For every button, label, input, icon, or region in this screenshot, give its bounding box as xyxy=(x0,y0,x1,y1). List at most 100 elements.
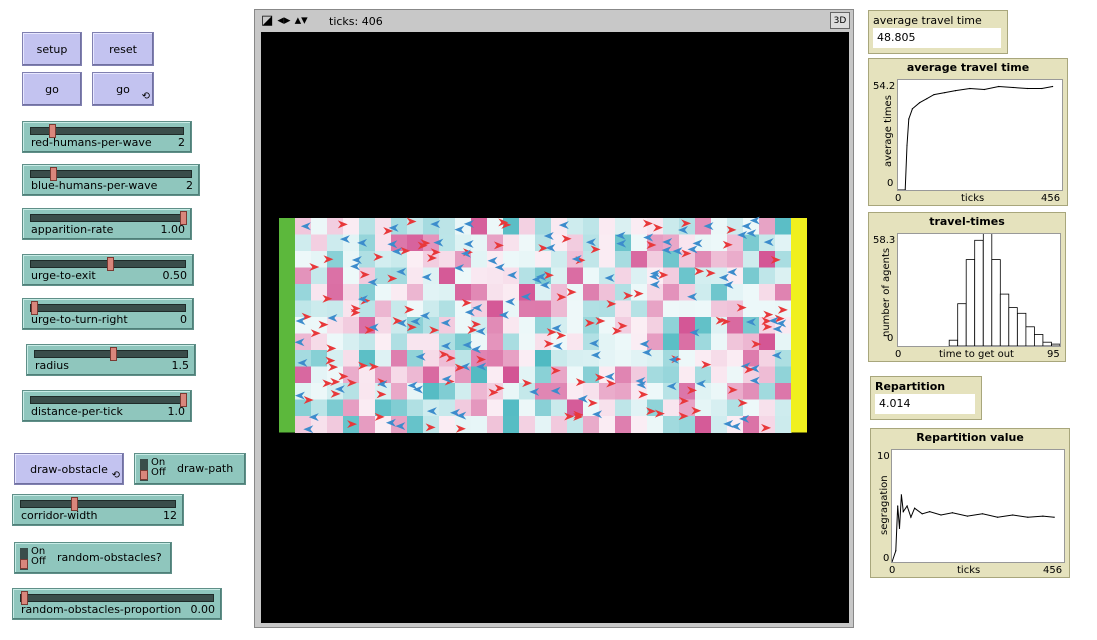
patch xyxy=(423,350,440,367)
patch xyxy=(375,350,392,367)
patch xyxy=(759,333,776,351)
patch xyxy=(391,300,408,318)
patch xyxy=(599,218,616,235)
data-point xyxy=(944,92,946,94)
patch xyxy=(535,284,552,301)
left-exit-wall xyxy=(279,218,295,433)
patch xyxy=(439,317,456,334)
switch-state-labels: On Off xyxy=(151,458,166,478)
slider-track[interactable] xyxy=(34,347,188,361)
histogram-bar xyxy=(948,339,959,347)
patch xyxy=(711,333,728,351)
patch xyxy=(775,333,792,351)
y-axis-label: number of agents xyxy=(881,247,892,337)
patch xyxy=(311,267,328,285)
patch xyxy=(519,251,536,268)
patch xyxy=(503,251,520,268)
setup-button[interactable]: setup xyxy=(22,32,82,66)
slider-urge-to-exit[interactable]: urge-to-exit 0.50 xyxy=(22,254,194,286)
data-point xyxy=(897,505,899,507)
monitor-label: average travel time xyxy=(873,14,982,27)
patch xyxy=(663,333,680,351)
slider-handle[interactable] xyxy=(107,257,114,271)
patch xyxy=(359,399,376,417)
go-forever-button-label: go xyxy=(116,83,130,96)
slider-handle[interactable] xyxy=(110,347,117,361)
patch xyxy=(551,267,568,285)
go-forever-button[interactable]: go ⟲ xyxy=(92,72,154,106)
patch xyxy=(519,366,536,384)
patch xyxy=(471,267,488,285)
slider-label: apparition-rate xyxy=(31,223,114,236)
histogram-bar xyxy=(1042,341,1052,347)
patch xyxy=(343,333,360,351)
3d-button[interactable]: 3D xyxy=(830,12,850,29)
patch xyxy=(519,416,536,433)
slider-corridor-width[interactable]: corridor-width 12 xyxy=(12,494,184,526)
histogram-bar xyxy=(957,303,967,347)
patch xyxy=(471,416,488,433)
patch xyxy=(375,317,392,334)
slider-track[interactable] xyxy=(30,301,186,315)
slider-track[interactable] xyxy=(20,591,214,605)
patch xyxy=(391,350,408,367)
slider-distance-per-tick[interactable]: distance-per-tick 1.0 xyxy=(22,390,192,422)
reset-button[interactable]: reset xyxy=(92,32,154,66)
slider-label: blue-humans-per-wave xyxy=(31,179,158,192)
patch xyxy=(727,317,744,334)
data-point xyxy=(1027,516,1029,518)
switch-knob[interactable] xyxy=(140,470,148,480)
go-once-button[interactable]: go xyxy=(22,72,82,106)
random-obstacles-switch[interactable]: On Off random-obstacles? xyxy=(14,542,172,574)
patch xyxy=(311,284,328,301)
patch xyxy=(359,218,376,235)
patch xyxy=(711,284,728,301)
patch xyxy=(663,218,680,235)
patch xyxy=(711,300,728,318)
slider-value: 12 xyxy=(163,509,177,522)
patch xyxy=(535,383,552,400)
patch xyxy=(311,218,328,235)
slider-urge-to-turn-right[interactable]: urge-to-turn-right 0 xyxy=(22,298,194,330)
patch xyxy=(455,284,472,301)
draw-obstacle-button[interactable]: draw-obstacle ⟲ xyxy=(14,453,124,485)
patch xyxy=(567,267,584,285)
slider-track[interactable] xyxy=(30,257,186,271)
patch xyxy=(359,383,376,400)
slider-track[interactable] xyxy=(20,497,176,511)
patch xyxy=(615,218,632,235)
draw-path-switch[interactable]: On Off draw-path xyxy=(134,453,246,485)
slider-random-obstacles-proportion[interactable]: random-obstacles-proportion 0.00 xyxy=(12,588,222,620)
data-point xyxy=(897,189,899,191)
slider-track[interactable] xyxy=(30,167,192,181)
slider-track[interactable] xyxy=(30,124,184,138)
x-min-tick: 0 xyxy=(889,565,896,576)
slider-radius[interactable]: radius 1.5 xyxy=(26,344,196,376)
slider-track[interactable] xyxy=(30,211,187,225)
patch xyxy=(663,399,680,417)
world-canvas[interactable] xyxy=(261,32,849,623)
slider-label: red-humans-per-wave xyxy=(31,136,152,149)
slider-red-humans-per-wave[interactable]: red-humans-per-wave 2 xyxy=(22,121,192,153)
patch xyxy=(759,251,776,268)
plot-title: Repartition value xyxy=(916,431,1024,444)
patch xyxy=(503,333,520,351)
patch xyxy=(439,234,456,252)
patch xyxy=(727,350,744,367)
plot-area xyxy=(897,79,1063,191)
switch-knob[interactable] xyxy=(20,559,28,569)
patch xyxy=(375,251,392,268)
y-axis-label: average times xyxy=(883,95,894,167)
slider-label: distance-per-tick xyxy=(31,405,123,418)
view-controls-icon[interactable]: ◪ ◂▸ ▴▾ xyxy=(261,13,308,28)
slider-blue-humans-per-wave[interactable]: blue-humans-per-wave 2 xyxy=(22,164,200,196)
patch xyxy=(631,300,648,318)
avg-travel-plot: average travel time 54.2 0 average times… xyxy=(868,58,1068,206)
slider-apparition-rate[interactable]: apparition-rate 1.00 xyxy=(22,208,192,240)
patch xyxy=(503,366,520,384)
patch xyxy=(391,399,408,417)
data-point xyxy=(940,514,942,516)
slider-label: corridor-width xyxy=(21,509,98,522)
patch xyxy=(295,399,312,417)
slider-track[interactable] xyxy=(30,393,187,407)
